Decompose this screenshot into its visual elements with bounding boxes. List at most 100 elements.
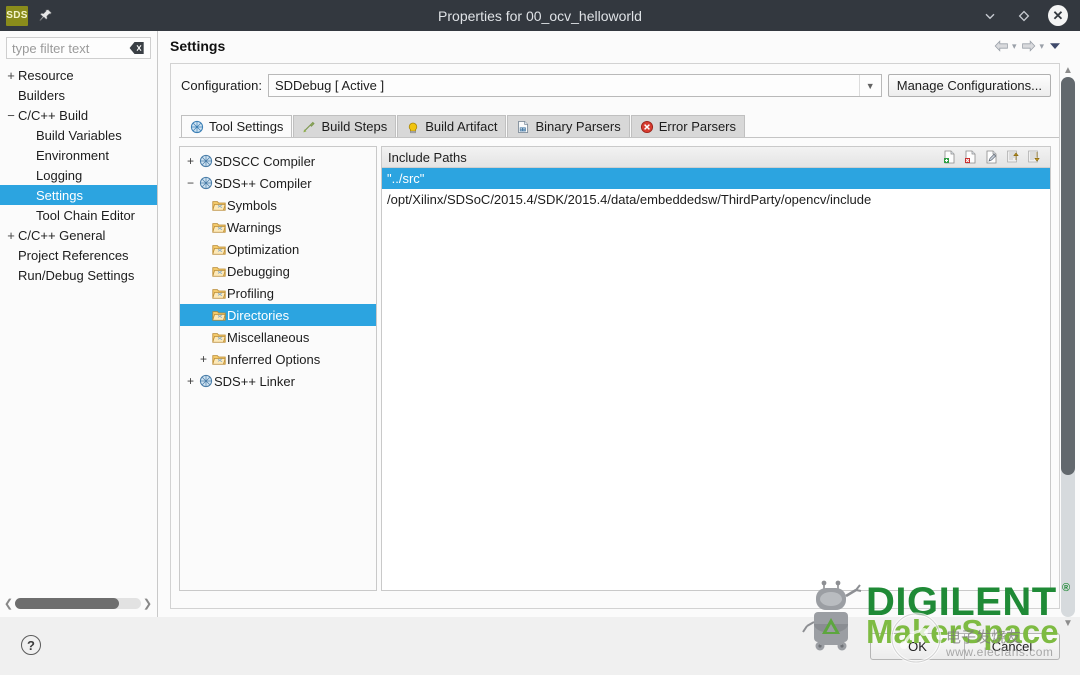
maximize-button[interactable]: [1014, 6, 1034, 26]
back-arrow-icon: [994, 40, 1008, 52]
expand-icon[interactable]: +: [4, 68, 18, 83]
build-artifact-icon: [406, 120, 420, 134]
tool-tree-label: SDSCC Compiler: [214, 153, 316, 169]
minimize-button[interactable]: [980, 6, 1000, 26]
tab-build-steps[interactable]: Build Steps: [293, 115, 397, 137]
expand-icon[interactable]: +: [4, 228, 18, 243]
tool-tree-label: SDS++ Compiler: [214, 175, 312, 191]
sidebar-item-label: Build Variables: [36, 127, 122, 143]
scroll-up-icon[interactable]: ▲: [1060, 64, 1076, 77]
tool-tree-item-warnings[interactable]: Warnings: [180, 216, 376, 238]
close-icon: ✕: [1048, 5, 1068, 26]
sidebar-item-builders[interactable]: Builders: [0, 85, 157, 105]
sidebar-item-label: C/C++ Build: [18, 107, 89, 123]
vertical-scroll-thumb[interactable]: [1061, 77, 1075, 475]
scroll-right-icon[interactable]: ❯: [141, 597, 154, 610]
back-dropdown-icon[interactable]: ▾: [1012, 41, 1017, 52]
view-menu-icon: [1050, 43, 1060, 49]
sidebar-item-label: C/C++ General: [18, 227, 106, 243]
pin-icon[interactable]: [36, 7, 54, 25]
header-toolbar: ▾ ▾: [993, 39, 1070, 53]
sidebar-item-c-c-general[interactable]: + C/C++ General: [0, 225, 157, 245]
move-down-icon[interactable]: [1025, 149, 1042, 166]
back-nav[interactable]: ▾: [993, 39, 1017, 53]
collapse-icon[interactable]: −: [184, 176, 197, 190]
settings-panes: + SDSCC Compiler − SDS++ Compiler Symbols War…: [179, 146, 1051, 591]
filter-row: [0, 31, 157, 63]
add-icon[interactable]: [941, 149, 958, 166]
help-button[interactable]: ?: [21, 635, 41, 655]
nav-scroll-track[interactable]: [15, 598, 141, 609]
scroll-left-icon[interactable]: ❮: [2, 597, 15, 610]
expand-icon[interactable]: +: [184, 154, 197, 168]
settings-header: Settings ▾ ▾: [158, 31, 1080, 61]
tab-error-parsers[interactable]: Error Parsers: [630, 115, 746, 137]
include-path-row[interactable]: "../src": [382, 168, 1050, 189]
tab-binary-parsers[interactable]: Binary Parsers: [507, 115, 630, 137]
expand-icon[interactable]: +: [197, 352, 210, 366]
dialog-vertical-scrollbar[interactable]: ▲ ▼: [1060, 64, 1076, 630]
tool-tree-item-directories[interactable]: Directories: [180, 304, 376, 326]
clear-filter-icon[interactable]: [129, 41, 145, 56]
tool-tree-item-profiling[interactable]: Profiling: [180, 282, 376, 304]
manage-configurations-button[interactable]: Manage Configurations...: [887, 74, 1051, 97]
expand-icon[interactable]: +: [184, 374, 197, 388]
nav-horizontal-scrollbar[interactable]: ❮ ❯: [2, 596, 154, 611]
compiler-icon: [197, 374, 214, 388]
move-up-icon[interactable]: [1004, 149, 1021, 166]
sidebar-item-label: Settings: [36, 187, 83, 203]
sidebar-item-logging[interactable]: Logging: [0, 165, 157, 185]
nav-scroll-thumb[interactable]: [15, 598, 119, 609]
sidebar-item-label: Environment: [36, 147, 109, 163]
filter-input[interactable]: [7, 38, 117, 58]
scroll-down-icon[interactable]: ▼: [1060, 617, 1076, 630]
tool-tree-item-optimization[interactable]: Optimization: [180, 238, 376, 260]
view-menu[interactable]: [1048, 40, 1062, 52]
tool-tree-label: Warnings: [227, 219, 282, 235]
close-button[interactable]: ✕: [1048, 5, 1068, 26]
sidebar-item-settings[interactable]: Settings: [0, 185, 157, 205]
include-paths-header: Include Paths: [382, 147, 1050, 168]
sidebar-item-environment[interactable]: Environment: [0, 145, 157, 165]
page-title: Settings: [170, 38, 226, 54]
cancel-button[interactable]: Cancel: [965, 633, 1060, 660]
folder-icon: [210, 265, 227, 278]
tool-tree-label: SDS++ Linker: [214, 373, 295, 389]
vertical-scroll-track[interactable]: [1061, 77, 1075, 617]
properties-dialog: SDS Properties for 00_ocv_helloworld ✕ t…: [0, 0, 1080, 675]
tool-tree-item-debugging[interactable]: Debugging: [180, 260, 376, 282]
tool-tree-item-symbols[interactable]: Symbols: [180, 194, 376, 216]
tab-label: Build Steps: [321, 119, 388, 134]
tool-tree-item-inferred-options[interactable]: + Inferred Options: [180, 348, 376, 370]
include-paths-panel: Include Paths "../src" /opt/Xilinx/SDSoC…: [381, 146, 1051, 591]
include-path-row[interactable]: /opt/Xilinx/SDSoC/2015.4/SDK/2015.4/data…: [382, 189, 1050, 210]
window-controls: ✕: [880, 5, 1080, 26]
folder-icon: [210, 331, 227, 344]
configuration-select[interactable]: SDDebug [ Active ] ▼: [267, 74, 882, 97]
edit-icon[interactable]: [983, 149, 1000, 166]
tool-tree-item-sds++-linker[interactable]: + SDS++ Linker: [180, 370, 376, 392]
collapse-icon[interactable]: −: [4, 108, 18, 123]
chevron-down-icon[interactable]: ▼: [858, 75, 881, 96]
forward-dropdown-icon[interactable]: ▾: [1039, 41, 1044, 52]
filter-box[interactable]: [6, 37, 151, 59]
sidebar-item-run-debug-settings[interactable]: Run/Debug Settings: [0, 265, 157, 285]
sidebar-item-tool-chain-editor[interactable]: Tool Chain Editor: [0, 205, 157, 225]
dialog-button-bar: ? OK Cancel: [21, 617, 1080, 675]
title-bar: SDS Properties for 00_ocv_helloworld ✕: [0, 0, 1080, 31]
ok-button[interactable]: OK: [870, 633, 965, 660]
tool-tree-item-sds++-compiler[interactable]: − SDS++ Compiler: [180, 172, 376, 194]
tab-tool-settings[interactable]: Tool Settings: [181, 115, 293, 137]
tool-tree-label: Inferred Options: [227, 351, 321, 367]
delete-icon[interactable]: [962, 149, 979, 166]
tool-tree-item-sdscc-compiler[interactable]: + SDSCC Compiler: [180, 150, 376, 172]
sidebar-item-c-c-build[interactable]: − C/C++ Build: [0, 105, 157, 125]
tool-tree-item-miscellaneous[interactable]: Miscellaneous: [180, 326, 376, 348]
sidebar-item-build-variables[interactable]: Build Variables: [0, 125, 157, 145]
tool-tree-label: Profiling: [227, 285, 274, 301]
sidebar-item-resource[interactable]: + Resource: [0, 65, 157, 85]
settings-content: Configuration: SDDebug [ Active ] ▼ Mana…: [170, 63, 1060, 609]
sidebar-item-project-references[interactable]: Project References: [0, 245, 157, 265]
forward-nav[interactable]: ▾: [1020, 39, 1044, 53]
tab-build-artifact[interactable]: Build Artifact: [397, 115, 507, 137]
